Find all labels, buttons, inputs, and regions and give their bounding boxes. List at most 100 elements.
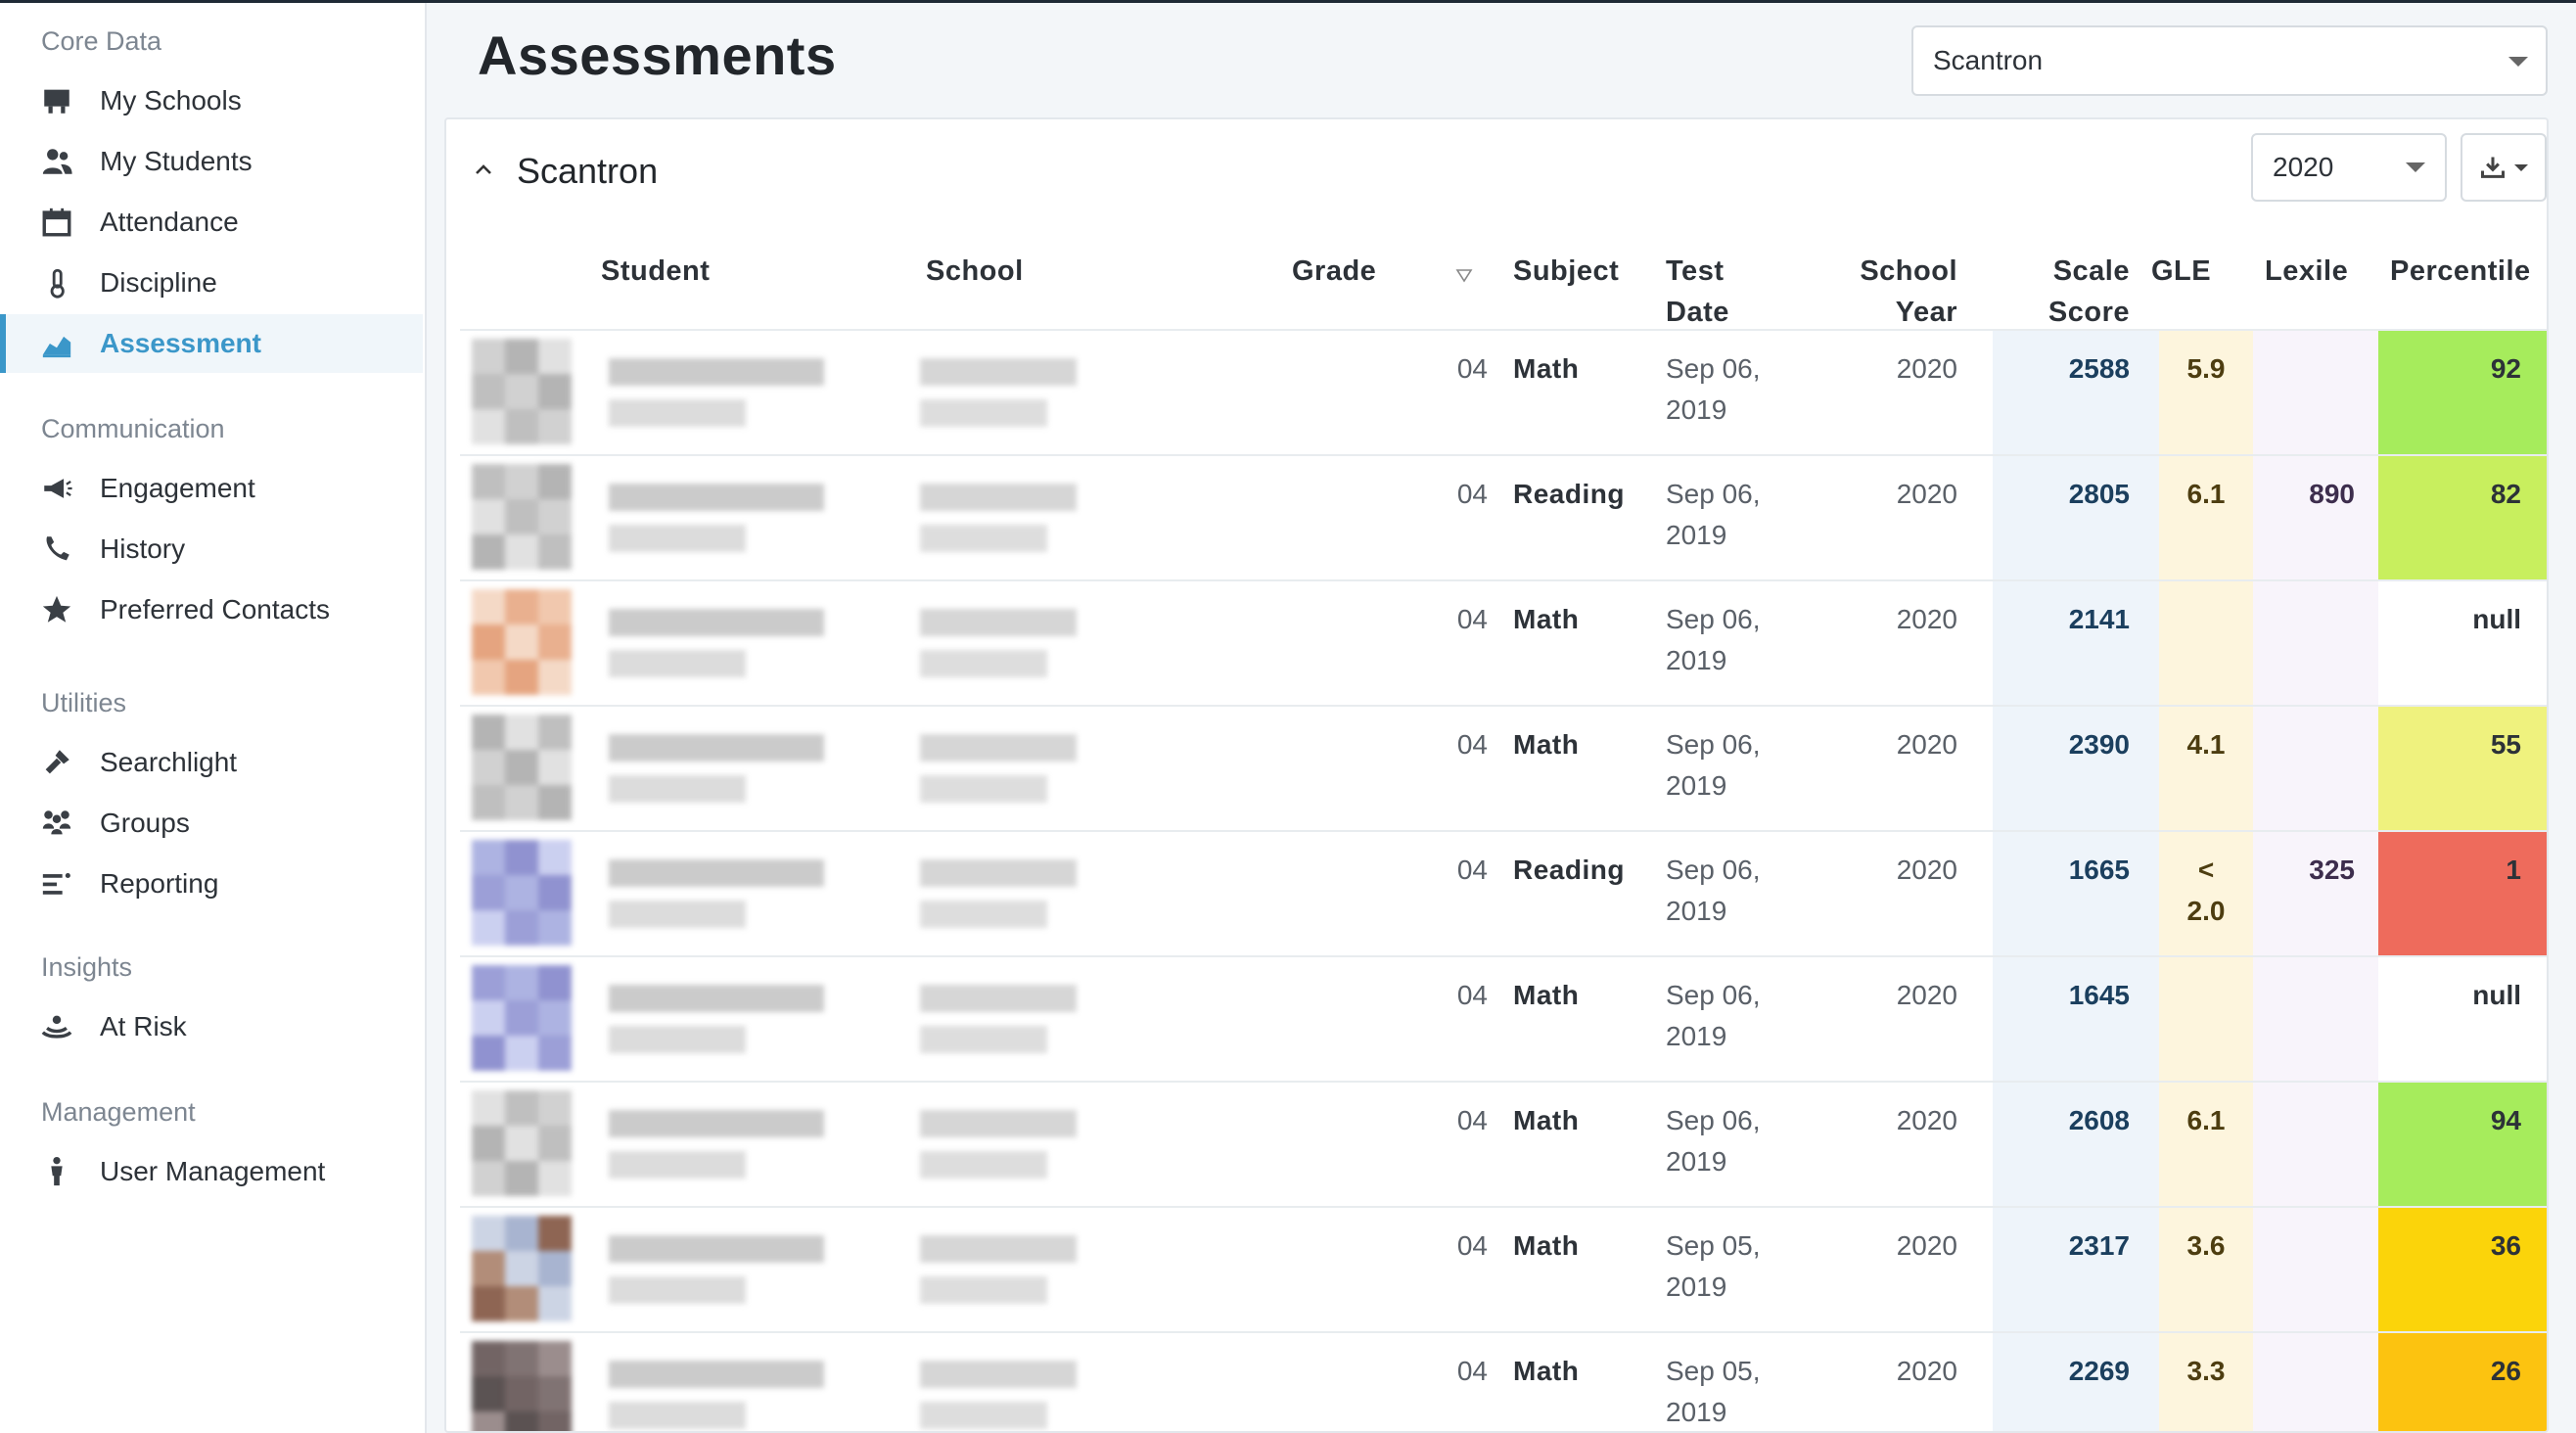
scale-score-cell: 2269: [2068, 1356, 2130, 1386]
sidebar-item-label: Discipline: [100, 267, 217, 298]
avatar: [472, 1341, 574, 1431]
assessment-select[interactable]: Scantron: [1911, 25, 2548, 96]
column-header-scale-score-line2: Score: [2047, 297, 2130, 328]
sidebar-item-label: Assessment: [100, 328, 261, 358]
chevron-down-icon: [2508, 57, 2528, 67]
sidebar-item-my-schools[interactable]: My Schools: [0, 71, 423, 130]
chevron-up-icon[interactable]: [472, 159, 495, 182]
test-date-line1: Sep 06,: [1666, 604, 1761, 634]
column-header-percentile[interactable]: Percentile: [2390, 251, 2531, 292]
table-row[interactable]: 04 Reading Sep 06, 2019 2020 2805 6.1 89…: [460, 454, 2547, 581]
column-header-subject[interactable]: Subject: [1513, 251, 1619, 292]
table-row[interactable]: 04 Math Sep 06, 2019 2020 2141 null: [460, 579, 2547, 707]
student-name-redacted: [609, 775, 746, 803]
avatar: [472, 589, 574, 697]
student-name-redacted: [609, 484, 824, 511]
year-select[interactable]: 2020: [2251, 133, 2447, 202]
grade-cell: 04: [1456, 1356, 1488, 1386]
test-date-line2: 2019: [1666, 1021, 1727, 1051]
sidebar-heading: Core Data: [41, 26, 162, 56]
percentile-cell: 94: [2490, 1105, 2521, 1135]
column-header-gle[interactable]: GLE: [2151, 251, 2211, 292]
sidebar-heading: Management: [41, 1097, 196, 1127]
column-header-grade[interactable]: Grade: [1292, 251, 1376, 292]
sidebar-item-assessment[interactable]: Assessment: [0, 314, 423, 373]
lexile-band: [2253, 1333, 2378, 1431]
scale-score-cell: 1645: [2068, 980, 2130, 1010]
avatar: [472, 464, 574, 572]
table-row[interactable]: 04 Reading Sep 06, 2019 2020 1665 < 2.0 …: [460, 830, 2547, 957]
sidebar-item-label: Attendance: [100, 207, 239, 237]
test-date-line2: 2019: [1666, 1146, 1727, 1177]
subject-cell: Math: [1513, 1230, 1580, 1261]
sidebar-item-searchlight[interactable]: Searchlight: [0, 733, 423, 792]
school-year-cell: 2020: [1896, 353, 1957, 384]
sidebar-item-groups[interactable]: Groups: [0, 794, 423, 853]
sidebar-item-label: Reporting: [100, 868, 219, 899]
school-name-redacted: [920, 1402, 1047, 1429]
school-name-redacted: [920, 1026, 1047, 1053]
phone-icon: [39, 532, 74, 567]
sidebar-item-discipline[interactable]: Discipline: [0, 254, 423, 312]
test-date-line1: Sep 05,: [1666, 1356, 1761, 1386]
scale-score-cell: 2588: [2068, 353, 2130, 384]
column-header-school-year[interactable]: School Year: [1856, 251, 1957, 333]
assessment-select-value: Scantron: [1933, 45, 2044, 75]
sidebar-item-label: Preferred Contacts: [100, 594, 330, 624]
column-header-student[interactable]: Student: [601, 251, 710, 292]
avatar: [472, 1090, 574, 1198]
student-name-redacted: [609, 650, 746, 677]
table-row[interactable]: 04 Math Sep 06, 2019 2020 2588 5.9 92: [460, 329, 2547, 456]
sidebar-item-label: My Students: [100, 146, 253, 176]
sidebar: Core Data My Schools My Students Attenda…: [0, 3, 427, 1433]
sidebar-item-label: My Schools: [100, 85, 242, 116]
sidebar-item-engagement[interactable]: Engagement: [0, 459, 423, 518]
chevron-down-icon: [2406, 162, 2425, 172]
sidebar-item-preferred-contacts[interactable]: Preferred Contacts: [0, 580, 423, 639]
year-select-value: 2020: [2273, 152, 2334, 182]
student-name-redacted: [609, 1402, 746, 1429]
gle-cell: 3.3: [2159, 1351, 2253, 1392]
table-row[interactable]: 04 Math Sep 06, 2019 2020 2608 6.1 94: [460, 1081, 2547, 1208]
test-date-line1: Sep 06,: [1666, 980, 1761, 1010]
avatar: [472, 965, 574, 1073]
percentile-cell: null: [2472, 604, 2521, 634]
column-header-scale-score-line1: Scale: [2052, 255, 2130, 287]
sidebar-item-user-management[interactable]: User Management: [0, 1142, 423, 1201]
sidebar-item-at-risk[interactable]: At Risk: [0, 997, 423, 1056]
test-date-line2: 2019: [1666, 1271, 1727, 1302]
test-date-cell: Sep 05, 2019: [1666, 1225, 1761, 1308]
column-header-test-date-line2: Date: [1666, 297, 1729, 328]
grade-cell: 04: [1456, 729, 1488, 760]
avatar: [472, 715, 574, 822]
column-header-school[interactable]: School: [926, 251, 1024, 292]
column-header-lexile[interactable]: Lexile: [2265, 251, 2348, 292]
sidebar-item-history[interactable]: History: [0, 520, 423, 578]
grade-cell: 04: [1456, 1105, 1488, 1135]
sidebar-item-attendance[interactable]: Attendance: [0, 193, 423, 252]
student-name-redacted: [609, 1110, 824, 1137]
test-date-cell: Sep 06, 2019: [1666, 850, 1761, 932]
lexile-cell: 325: [2309, 855, 2355, 885]
student-name-redacted: [609, 525, 746, 552]
filter-icon[interactable]: [1454, 266, 1474, 286]
sidebar-item-my-students[interactable]: My Students: [0, 132, 423, 191]
sidebar-item-reporting[interactable]: Reporting: [0, 855, 423, 913]
column-header-scale-score[interactable]: Scale Score: [2032, 251, 2130, 333]
lexile-band: [2253, 957, 2378, 1083]
avatar: [472, 1216, 574, 1323]
megaphone-icon: [39, 471, 74, 506]
assessment-panel: Scantron 2020 Student School Grade Subje…: [444, 117, 2549, 1433]
sidebar-item-label: Searchlight: [100, 747, 238, 777]
gle-line1: 3.3: [2186, 1356, 2226, 1386]
table-row[interactable]: 04 Math Sep 05, 2019 2020 2269 3.3 26: [460, 1331, 2547, 1431]
gle-cell: < 2.0: [2159, 850, 2253, 932]
column-header-test-date[interactable]: Test Date: [1666, 251, 1729, 333]
test-date-cell: Sep 06, 2019: [1666, 599, 1761, 681]
table-row[interactable]: 04 Math Sep 05, 2019 2020 2317 3.6 36: [460, 1206, 2547, 1333]
download-button[interactable]: [2461, 133, 2547, 202]
table-row[interactable]: 04 Math Sep 06, 2019 2020 1645 null: [460, 955, 2547, 1083]
sidebar-item-label: History: [100, 533, 186, 564]
table-row[interactable]: 04 Math Sep 06, 2019 2020 2390 4.1 55: [460, 705, 2547, 832]
gle-cell: 6.1: [2159, 474, 2253, 515]
